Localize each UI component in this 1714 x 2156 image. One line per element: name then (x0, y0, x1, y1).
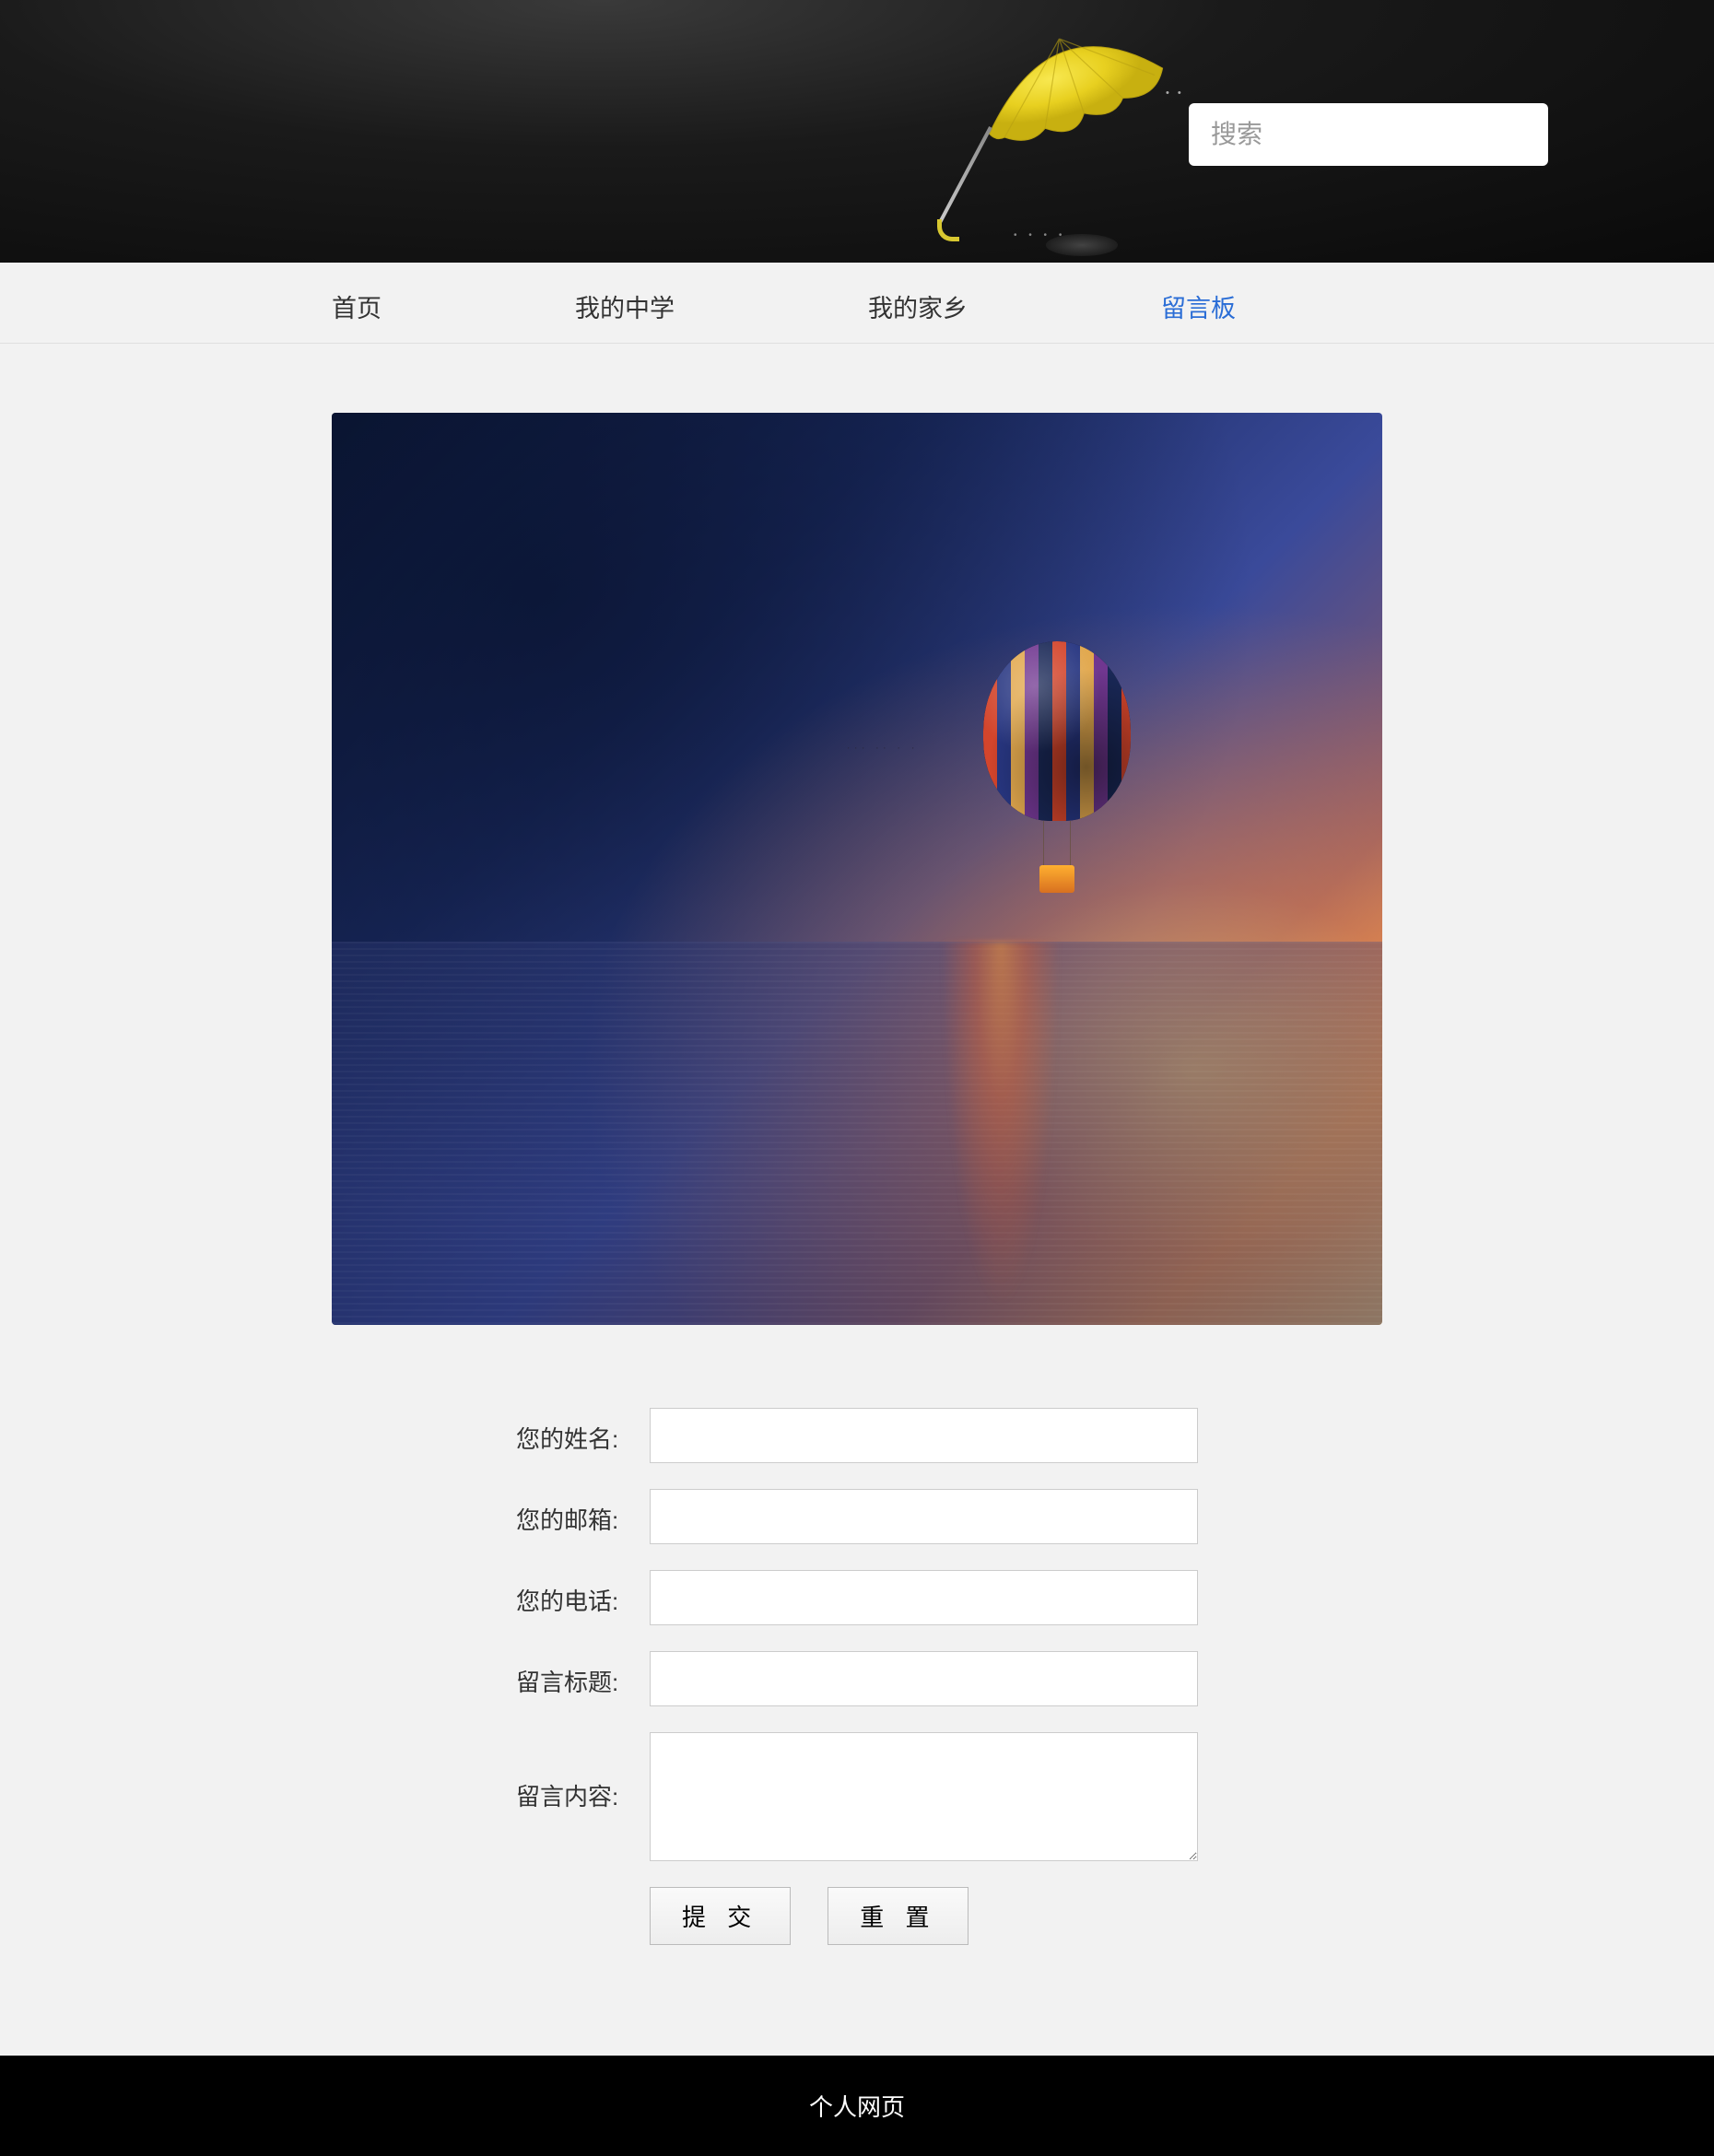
phone-label: 您的电话: (516, 1570, 650, 1617)
site-header: • • • • • • (0, 0, 1714, 263)
content-label: 留言内容: (516, 1732, 650, 1812)
submit-button[interactable]: 提 交 (650, 1887, 791, 1945)
hot-air-balloon-icon (983, 641, 1131, 895)
name-label: 您的姓名: (516, 1408, 650, 1455)
footer-text: 个人网页 (809, 2093, 905, 2121)
email-label: 您的邮箱: (516, 1489, 650, 1536)
content-field[interactable] (650, 1732, 1198, 1861)
site-footer: 个人网页 (0, 2056, 1714, 2156)
nav-home[interactable]: 首页 (332, 263, 382, 350)
nav-guestbook[interactable]: 留言板 (1161, 263, 1236, 350)
email-field[interactable] (650, 1489, 1198, 1544)
main-nav: 首页 我的中学 我的家乡 留言板 (0, 263, 1714, 344)
nav-school[interactable]: 我的中学 (575, 263, 675, 350)
name-field[interactable] (650, 1408, 1198, 1463)
reset-button[interactable]: 重 置 (828, 1887, 969, 1945)
hero-image: ··· ·· · · (332, 413, 1382, 1325)
search-input[interactable] (1189, 103, 1548, 166)
guestbook-form: 您的姓名: 您的邮箱: 您的电话: 留言标题: 留言内容: 提 交 重 置 (332, 1408, 1382, 1945)
title-label: 留言标题: (516, 1651, 650, 1698)
nav-hometown[interactable]: 我的家乡 (868, 263, 968, 350)
title-field[interactable] (650, 1651, 1198, 1706)
umbrella-icon: • • • • • • (908, 0, 1184, 263)
phone-field[interactable] (650, 1570, 1198, 1625)
